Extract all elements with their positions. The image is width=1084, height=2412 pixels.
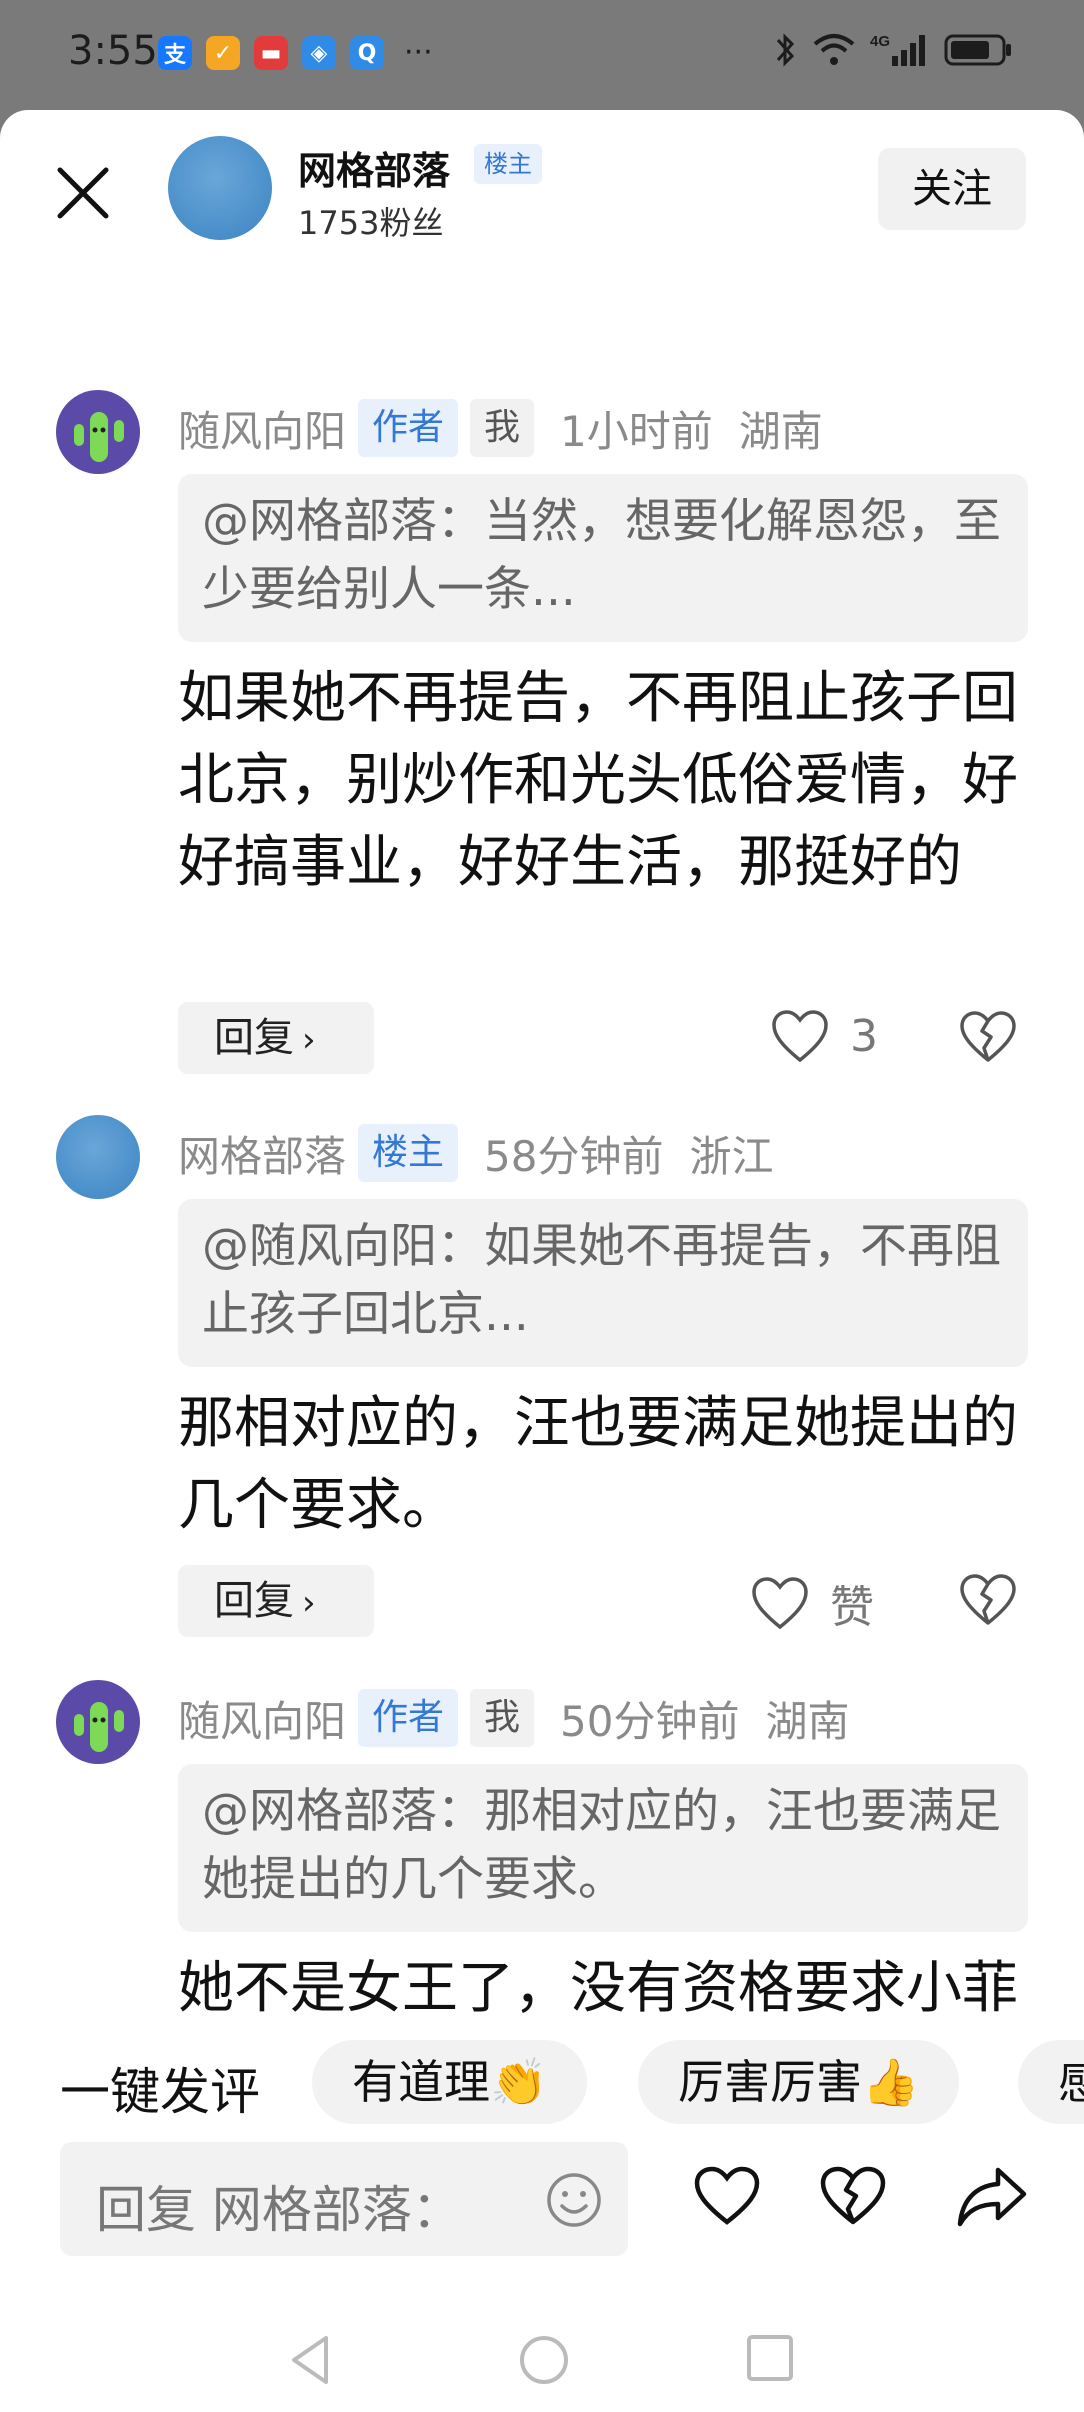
quick-comment-chip[interactable]: 有道理👏 xyxy=(312,2040,588,2124)
quick-comment-bar: 一键发评 有道理👏 厉害厉害👍 感 xyxy=(0,2040,1084,2130)
signal-4g-icon: 4G xyxy=(870,33,925,66)
reply-button[interactable]: 回复 › xyxy=(178,1565,374,1637)
reply-label: 回复 xyxy=(214,1578,294,1624)
wifi-icon xyxy=(813,34,855,65)
status-right: 4G xyxy=(774,30,1014,70)
author-tag: 作者 xyxy=(358,399,459,457)
follow-button[interactable]: 关注 xyxy=(878,148,1026,230)
close-icon xyxy=(57,167,109,219)
poster-badge: 楼主 xyxy=(474,144,542,184)
more-notifications-icon: ··· xyxy=(404,35,433,70)
battery-icon xyxy=(944,34,1011,66)
cactus-avatar-icon xyxy=(74,412,124,462)
poster-name[interactable]: 网格部落 xyxy=(298,140,450,195)
comment-list[interactable]: 随风向阳 作者 我 1小时前 湖南 @网格部落：当然，想要化解恩怨，至少要给别人… xyxy=(0,260,1084,2020)
reply-label: 回复 xyxy=(214,1015,294,1061)
like-button[interactable]: 赞 xyxy=(750,1571,874,1635)
heart-icon xyxy=(772,1010,828,1063)
comment-time: 50分钟前 xyxy=(560,1696,740,1746)
quick-comment-chip[interactable]: 厉害厉害👍 xyxy=(638,2040,960,2124)
me-tag: 我 xyxy=(470,1689,535,1747)
system-nav-bar xyxy=(0,2310,1084,2412)
like-label: 赞 xyxy=(830,1582,874,1633)
broken-heart-icon xyxy=(960,1574,1016,1625)
comment-location: 湖南 xyxy=(738,406,823,456)
back-nav-icon[interactable] xyxy=(286,2332,332,2388)
quick-comment-chip[interactable]: 感 xyxy=(1018,2040,1084,2124)
app-orange-icon: ✓ xyxy=(206,36,240,70)
comment-username[interactable]: 网格部落 xyxy=(178,1123,346,1184)
dislike-button[interactable] xyxy=(958,1010,1018,1068)
quick-comment-label: 一键发评 xyxy=(60,2063,260,2121)
comment-username[interactable]: 随风向阳 xyxy=(178,398,346,459)
sheet-header: 网格部落 楼主 1753粉丝 关注 xyxy=(0,110,1084,242)
quoted-reply[interactable]: @网格部落：那相对应的，汪也要满足她提出的几个要求。 xyxy=(178,1764,1028,1932)
dislike-post-icon[interactable] xyxy=(818,2164,888,2228)
comment-location: 湖南 xyxy=(765,1696,850,1746)
cactus-avatar-icon xyxy=(74,1702,124,1752)
comment-text: 如果她不再提告，不再阻止孩子回北京，别炒作和光头低俗爱情，好好搞事业，好好生活，… xyxy=(178,666,1018,895)
chevron-right-icon: › xyxy=(302,1020,316,1060)
network-label: 4G xyxy=(870,33,890,50)
comment-meta: 随风向阳 作者 我 1小时前 湖南 xyxy=(178,398,823,458)
author-tag: 作者 xyxy=(358,1689,459,1747)
comment-meta: 网格部落 楼主 58分钟前 浙江 xyxy=(178,1123,774,1183)
home-nav-icon[interactable] xyxy=(516,2332,572,2388)
comment-meta: 随风向阳 作者 我 50分钟前 湖南 xyxy=(178,1688,850,1748)
comment-location: 浙江 xyxy=(689,1131,774,1181)
comment-time: 58分钟前 xyxy=(484,1131,664,1181)
like-count: 3 xyxy=(850,1010,878,1062)
app-blue-icon: ◈ xyxy=(302,36,336,70)
poster-tag: 楼主 xyxy=(358,1124,459,1182)
comment-text: 那相对应的，汪也要满足她提出的几个要求。 xyxy=(178,1391,1018,1538)
notification-icons: 支 ✓ ▬ ◈ Q ··· xyxy=(158,36,433,70)
reply-button[interactable]: 回复 › xyxy=(178,1002,374,1074)
share-icon[interactable] xyxy=(956,2164,1028,2228)
reply-input-row: 回复 网格部落： xyxy=(0,2142,1084,2272)
avatar[interactable] xyxy=(56,1115,140,1199)
avatar[interactable] xyxy=(56,1680,140,1764)
poster-fans-count: 1753粉丝 xyxy=(298,204,444,242)
chevron-right-icon: › xyxy=(302,1583,316,1623)
recents-nav-icon[interactable] xyxy=(744,2332,796,2384)
quoted-reply[interactable]: @随风向阳：如果她不再提告，不再阻止孩子回北京... xyxy=(178,1199,1028,1367)
app-red-icon: ▬ xyxy=(254,36,288,70)
avatar[interactable] xyxy=(56,390,140,474)
like-post-icon[interactable] xyxy=(692,2164,762,2228)
like-button[interactable]: 3 xyxy=(770,1008,878,1064)
poster-avatar[interactable] xyxy=(168,136,272,240)
dislike-button[interactable] xyxy=(958,1573,1018,1631)
status-bar: 3:55 支 ✓ ▬ ◈ Q ··· 4G xyxy=(0,0,1084,110)
status-time: 3:55 xyxy=(68,28,158,74)
reply-input[interactable]: 回复 网格部落： xyxy=(60,2142,628,2256)
comment-text: 她不是女王了，没有资格要求小菲 xyxy=(178,1956,1018,2020)
bluetooth-icon xyxy=(776,33,795,67)
heart-icon xyxy=(752,1577,808,1630)
alipay-app-icon: 支 xyxy=(158,36,192,70)
comment-sheet: 网格部落 楼主 1753粉丝 关注 随风向阳 作者 我 1小时前 湖南 @网格部… xyxy=(0,110,1084,2412)
reply-input-placeholder: 回复 网格部落： xyxy=(96,2181,462,2239)
close-button[interactable] xyxy=(50,160,116,226)
comment-time: 1小时前 xyxy=(560,406,713,456)
comment-username[interactable]: 随风向阳 xyxy=(178,1688,346,1749)
quoted-reply[interactable]: @网格部落：当然，想要化解恩怨，至少要给别人一条... xyxy=(178,474,1028,642)
broken-heart-icon xyxy=(960,1011,1016,1062)
emoji-icon[interactable] xyxy=(544,2170,604,2230)
me-tag: 我 xyxy=(470,399,535,457)
search-app-icon: Q xyxy=(350,36,384,70)
